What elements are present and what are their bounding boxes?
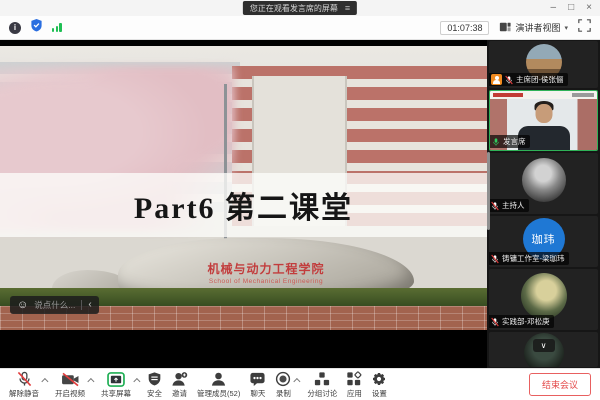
mic-on-icon (492, 137, 500, 147)
presentation-slide: Part6 第二课堂 机械与动力工程学院 School of Mechanica… (0, 46, 487, 330)
record-button[interactable]: 录制 (275, 371, 291, 399)
chat-button[interactable]: 聊天 (249, 371, 266, 399)
active-speaker-tile[interactable]: 发言席 (489, 90, 598, 151)
camera-off-icon (61, 371, 80, 387)
mic-muted-icon (491, 317, 499, 327)
stone-inscription: 机械与动力工程学院 (207, 260, 324, 277)
participant-namebar: 主席团-侯张俪 (489, 73, 568, 86)
participant-namebar: 发言席 (490, 135, 530, 148)
view-mode-switcher[interactable]: 演讲者视图 ▾ (499, 21, 568, 35)
shield-icon (147, 371, 162, 387)
close-button[interactable]: × (586, 1, 592, 15)
participant-namebar: 铸镛工作室-梁珈玮 (489, 252, 569, 265)
minimize-button[interactable]: – (551, 1, 557, 15)
view-mode-label: 演讲者视图 (515, 21, 560, 34)
chat-input[interactable]: 说点什么... (34, 299, 75, 311)
participant-tile-partial[interactable]: ∨ (489, 332, 598, 367)
participant-name: 主席团-侯张俪 (516, 74, 564, 85)
meeting-statusbar: i 01:07:38 演讲者视图 ▾ (0, 16, 600, 40)
participant-tile[interactable]: 实践部-邓松庚 (489, 269, 598, 330)
unmute-button[interactable]: 解除静音 (9, 371, 39, 399)
meeting-info-icon[interactable]: i (9, 22, 21, 34)
participant-tile[interactable]: 主持人 (489, 153, 598, 214)
apps-grid-icon (346, 371, 362, 387)
sidebar-scrollbar[interactable] (487, 152, 490, 230)
invite-button[interactable]: 邀请 (171, 371, 188, 399)
banner-text: 您正在观看发言席的屏幕 (250, 3, 338, 14)
emoji-icon[interactable]: ☺ (17, 300, 28, 311)
layout-icon (499, 21, 511, 35)
mic-muted-icon (491, 201, 499, 211)
gear-icon (371, 371, 387, 387)
avatar-initials: 珈玮 (532, 231, 556, 247)
record-options-chevron[interactable] (294, 378, 301, 385)
video-background-banner (490, 91, 597, 99)
meeting-toolbar: 解除静音 开启视频 共享屏幕 (0, 368, 600, 400)
participant-namebar: 主持人 (489, 199, 529, 212)
chevron-down-icon: ▾ (564, 24, 568, 32)
fullscreen-icon[interactable] (578, 19, 591, 37)
shared-screen-stage: Part6 第二课堂 机械与动力工程学院 School of Mechanica… (0, 40, 487, 368)
meeting-window: 您正在观看发言席的屏幕 ≡ – □ × i 01:07:38 演讲者视图 ▾ (0, 0, 600, 400)
window-controls: – □ × (551, 1, 592, 15)
security-button[interactable]: 安全 (147, 371, 162, 399)
host-badge-icon (491, 74, 502, 85)
network-signal-icon (52, 23, 62, 32)
chat-bubble-icon (249, 371, 266, 387)
participant-name: 发言席 (503, 136, 526, 147)
watching-screen-banner[interactable]: 您正在观看发言席的屏幕 ≡ (243, 1, 357, 15)
mic-muted-icon (505, 75, 513, 85)
member-person-icon (210, 371, 227, 387)
collapse-participants-button[interactable]: ∨ (533, 339, 555, 352)
participant-tile[interactable]: 主席团-侯张俪 (489, 41, 598, 88)
divider (81, 300, 82, 310)
settings-button[interactable]: 设置 (371, 371, 387, 399)
mic-options-chevron[interactable] (41, 378, 48, 385)
record-circle-icon (275, 371, 291, 387)
video-options-chevron[interactable] (87, 378, 94, 385)
stone-inscription-english: School of Mechanical Engineering (209, 278, 323, 285)
slide-title-band: Part6 第二课堂 (0, 173, 487, 237)
manage-members-button[interactable]: 管理成员(52) (197, 371, 240, 399)
avatar (521, 273, 567, 319)
invite-person-icon (171, 371, 188, 387)
banner-menu-icon[interactable]: ≡ (345, 4, 350, 13)
security-shield-icon[interactable] (30, 18, 43, 37)
share-options-chevron[interactable] (133, 378, 140, 385)
avatar (522, 158, 566, 202)
end-meeting-button[interactable]: 结束会议 (529, 373, 591, 396)
start-video-button[interactable]: 开启视频 (55, 371, 85, 399)
maximize-button[interactable]: □ (568, 1, 574, 15)
share-screen-icon (107, 371, 125, 387)
participant-name: 实践部-邓松庚 (502, 316, 550, 327)
breakout-rooms-button[interactable]: 分组讨论 (307, 371, 337, 399)
participant-name: 主持人 (502, 200, 525, 211)
participants-panel: 主席团-侯张俪 发言席 主持人 (487, 40, 600, 368)
mic-muted-icon (17, 371, 32, 387)
mic-muted-icon (491, 254, 499, 264)
window-titlebar: 您正在观看发言席的屏幕 ≡ – □ × (0, 0, 600, 16)
participant-tile[interactable]: 珈玮 铸镛工作室-梁珈玮 (489, 216, 598, 267)
slide-title: Part6 第二课堂 (134, 183, 353, 227)
participant-namebar: 实践部-邓松庚 (489, 315, 554, 328)
quick-chat-bar[interactable]: ☺ 说点什么... ‹ (10, 296, 99, 314)
participant-name: 铸镛工作室-梁珈玮 (502, 253, 565, 264)
collapse-chat-icon[interactable]: ‹ (88, 300, 91, 310)
breakout-blocks-icon (314, 371, 330, 387)
meeting-timer: 01:07:38 (440, 21, 489, 35)
share-screen-button[interactable]: 共享屏幕 (101, 371, 131, 399)
apps-button[interactable]: 应用 (346, 371, 362, 399)
